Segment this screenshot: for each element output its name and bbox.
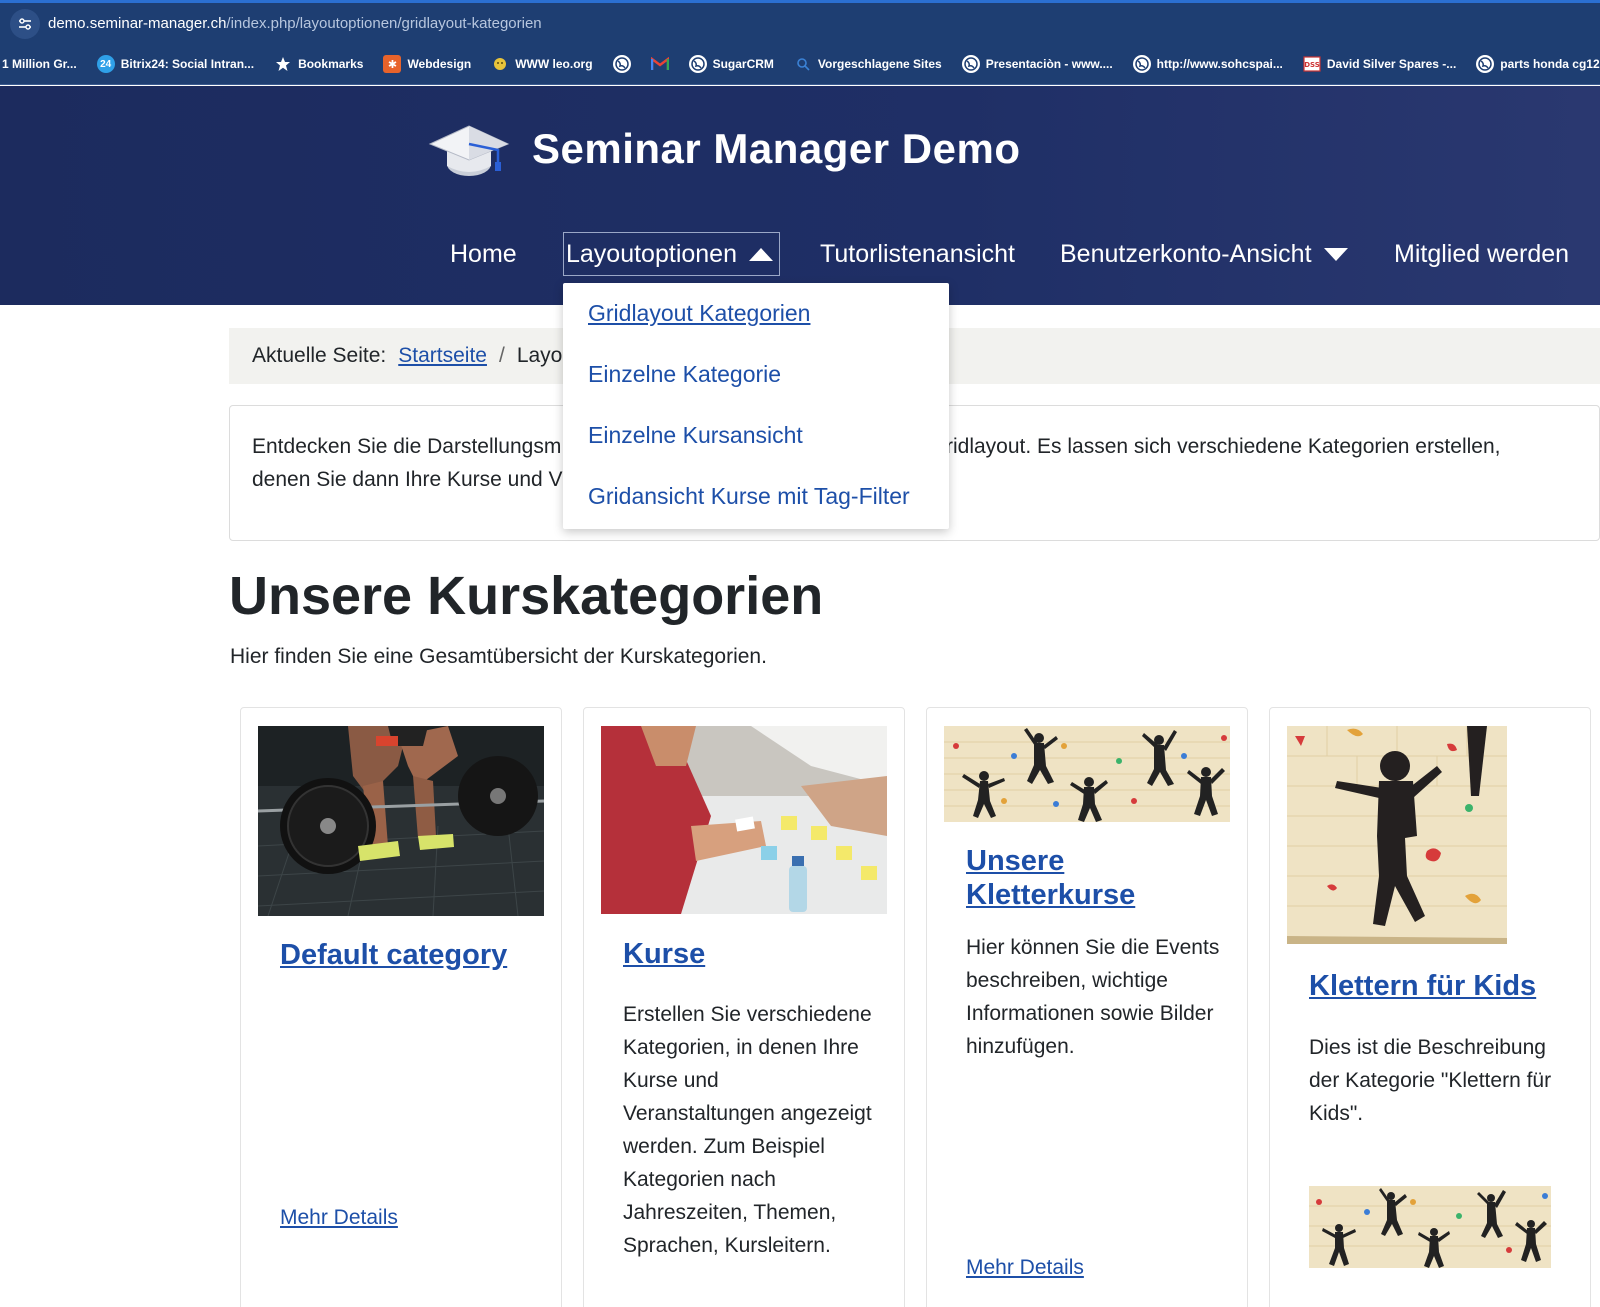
site-header: Seminar Manager Demo Home Layoutoptionen… bbox=[0, 86, 1600, 305]
breadcrumb-current: Layo bbox=[516, 344, 563, 367]
caret-down-icon bbox=[1323, 247, 1348, 261]
globe-icon bbox=[1132, 55, 1151, 73]
bookmark-presentacion[interactable]: Presentaciòn - www.... bbox=[961, 55, 1113, 73]
category-title-link[interactable]: Klettern für Kids bbox=[1309, 969, 1579, 1003]
brand[interactable]: Seminar Manager Demo bbox=[428, 120, 1021, 178]
page-subtitle: Hier finden Sie eine Gesamtübersicht der… bbox=[230, 645, 767, 668]
bookmark-label: Webdesign bbox=[407, 57, 472, 71]
dropdown-item-einzelne-kursansicht[interactable]: Einzelne Kursansicht bbox=[588, 422, 803, 449]
weightlifting-photo[interactable] bbox=[258, 726, 544, 916]
category-card-default: Default category Mehr Details bbox=[240, 707, 562, 1307]
bookmark-label: WWW leo.org bbox=[515, 57, 593, 71]
bookmark-vorgeschlagene[interactable]: Vorgeschlagene Sites bbox=[794, 55, 942, 73]
category-description: Erstellen Sie verschiedene Kategorien, i… bbox=[623, 1003, 872, 1257]
page-title: Unsere Kurskategorien bbox=[229, 566, 824, 626]
breadcrumb-separator: / bbox=[498, 344, 505, 367]
bookmark-label: Vorgeschlagene Sites bbox=[817, 57, 942, 71]
bitrix24-icon: 24 bbox=[96, 55, 115, 73]
nav-label: Layoutoptionen bbox=[566, 239, 737, 268]
bookmark-label: parts honda cg125 bbox=[1500, 57, 1600, 71]
intro-line2-start: denen Sie dann Ihre Kurse und V bbox=[252, 468, 563, 491]
climbing-wall-illustration[interactable] bbox=[944, 726, 1230, 822]
nav-mitglied-werden[interactable]: Mitglied werden bbox=[1394, 232, 1569, 276]
svg-text:DSS: DSS bbox=[1304, 61, 1320, 69]
nav-label: Mitglied werden bbox=[1394, 239, 1570, 268]
dropdown-item-einzelne-kategorie[interactable]: Einzelne Kategorie bbox=[588, 361, 781, 388]
bookmark-webdesign[interactable]: ✱ Webdesign bbox=[383, 55, 471, 73]
intro-line1-end: ridlayout. Es lassen sich verschiedene K… bbox=[946, 435, 1501, 458]
nav-layoutoptionen[interactable]: Layoutoptionen bbox=[563, 232, 780, 276]
mehr-details-link[interactable]: Mehr Details bbox=[280, 1206, 398, 1230]
category-title-link[interactable]: Unsere Kletterkurse bbox=[966, 844, 1236, 912]
nav-label: Home bbox=[450, 239, 517, 268]
bookmark-1-million[interactable]: 1 Million Gr... bbox=[2, 57, 77, 71]
globe-icon bbox=[688, 55, 707, 73]
gmail-icon bbox=[650, 55, 669, 73]
category-card-kletterkurse: Unsere Kletterkurse Hier können Sie die … bbox=[926, 707, 1248, 1307]
layoutoptionen-dropdown: Gridlayout Kategorien Einzelne Kategorie… bbox=[563, 283, 949, 529]
kid-climber-illustration[interactable] bbox=[1287, 726, 1507, 944]
bookmark-sugarcrm[interactable]: SugarCRM bbox=[688, 55, 774, 73]
nav-label: Benutzerkonto-Ansicht bbox=[1060, 239, 1312, 268]
bookmark-parts-honda[interactable]: parts honda cg125 bbox=[1476, 55, 1600, 73]
search-icon bbox=[794, 55, 812, 73]
bookmark-gmail[interactable] bbox=[650, 55, 669, 73]
caret-up-icon bbox=[748, 247, 773, 261]
dropdown-item-gridansicht-tag-filter[interactable]: Gridansicht Kurse mit Tag-Filter bbox=[588, 483, 910, 510]
intro-line1-start: Entdecken Sie die Darstellungsm bbox=[252, 435, 562, 458]
nav-benutzerkonto[interactable]: Benutzerkonto-Ansicht bbox=[1060, 232, 1348, 276]
bookmark-globe[interactable] bbox=[612, 55, 631, 73]
site-title: Seminar Manager Demo bbox=[532, 125, 1021, 172]
meeting-photo[interactable] bbox=[601, 726, 887, 914]
climbing-wall-thumbnail bbox=[1309, 1186, 1551, 1268]
globe-icon bbox=[961, 55, 980, 73]
category-card-kurse: Kurse Erstellen Sie verschiedene Kategor… bbox=[583, 707, 905, 1307]
bookmark-sohcspai[interactable]: http://www.sohcspai... bbox=[1132, 55, 1283, 73]
nav-home[interactable]: Home bbox=[450, 232, 517, 276]
url-host: demo.seminar-manager.ch bbox=[48, 15, 227, 32]
bookmark-bitrix24[interactable]: 24 Bitrix24: Social Intran... bbox=[96, 55, 255, 73]
url-text[interactable]: demo.seminar-manager.ch/index.php/layout… bbox=[48, 15, 542, 32]
bookmarks-bar: 1 Million Gr... 24 Bitrix24: Social Intr… bbox=[0, 44, 1600, 85]
joomla-icon: ✱ bbox=[383, 55, 402, 73]
category-title-link[interactable]: Kurse bbox=[623, 937, 883, 971]
dss-icon: DSS bbox=[1303, 55, 1321, 73]
nav-label: Tutorlistenansicht bbox=[820, 239, 1015, 268]
globe-icon bbox=[612, 55, 631, 73]
globe-icon bbox=[1476, 55, 1495, 73]
mehr-details-link[interactable]: Mehr Details bbox=[966, 1256, 1084, 1280]
bookmark-leo[interactable]: WWW leo.org bbox=[491, 55, 593, 73]
browser-url-bar[interactable]: demo.seminar-manager.ch/index.php/layout… bbox=[0, 0, 1600, 44]
bookmark-label: David Silver Spares -... bbox=[1326, 57, 1457, 71]
category-description: Dies ist die Beschreibung der Kategorie … bbox=[1309, 1036, 1552, 1125]
breadcrumb-prefix: Aktuelle Seite: bbox=[252, 344, 387, 367]
leo-icon bbox=[491, 55, 509, 73]
category-title-link[interactable]: Default category bbox=[280, 938, 540, 972]
bookmark-label: Presentaciòn - www.... bbox=[985, 57, 1113, 71]
main-nav: Home Layoutoptionen Tutorlistenansicht B… bbox=[0, 232, 1600, 276]
url-path: /index.php/layoutoptionen/gridlayout-kat… bbox=[226, 15, 542, 32]
nav-tutorlistenansicht[interactable]: Tutorlistenansicht bbox=[820, 232, 1015, 276]
graduation-cap-icon bbox=[428, 125, 510, 176]
bookmark-label: Bitrix24: Social Intran... bbox=[120, 57, 255, 71]
site-settings-icon[interactable] bbox=[10, 8, 40, 39]
bookmark-label: http://www.sohcspai... bbox=[1156, 57, 1283, 71]
category-description: Hier können Sie die Events beschreiben, … bbox=[966, 936, 1220, 1058]
dropdown-item-gridlayout-kategorien[interactable]: Gridlayout Kategorien bbox=[588, 300, 810, 327]
category-card-klettern-kids: Klettern für Kids Dies ist die Beschreib… bbox=[1269, 707, 1591, 1307]
bookmark-david-silver[interactable]: DSS David Silver Spares -... bbox=[1303, 55, 1456, 73]
bookmark-label: 1 Million Gr... bbox=[2, 57, 77, 71]
breadcrumb-home-link[interactable]: Startseite bbox=[398, 344, 487, 368]
bookmark-label: Bookmarks bbox=[298, 57, 364, 71]
star-icon bbox=[274, 55, 292, 73]
bookmark-label: SugarCRM bbox=[712, 57, 774, 71]
bookmark-bookmarks[interactable]: Bookmarks bbox=[274, 55, 363, 73]
